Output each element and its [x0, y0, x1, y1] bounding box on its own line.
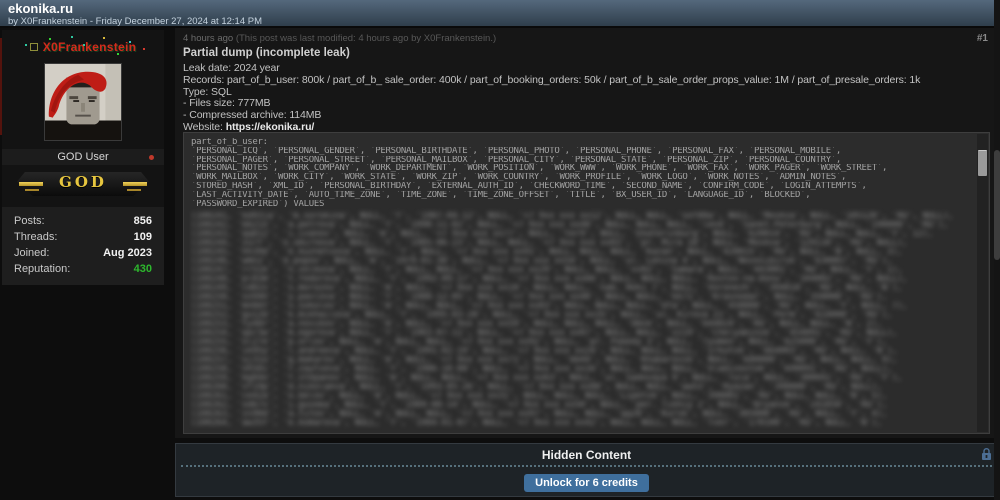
group-badge: GOD [17, 172, 149, 196]
redacted-line: (100247, 'rr51k', 'n.volkova', NULL, 'f'… [191, 266, 903, 276]
post-container: 4 hours ago (This post was last modified… [175, 28, 998, 438]
sql-code-block: part_of_b_user: `PERSONAL_ICQ`, `PERSONAL… [183, 132, 990, 434]
redacted-line: (100244, 'zu7f', 'o.smirnova', NULL, 'f'… [191, 239, 908, 249]
redacted-line: (100241, 'kd93ja', 'm.sorokina', NULL, '… [191, 212, 954, 222]
dotted-separator [181, 465, 992, 467]
avatar-wrap [2, 56, 164, 149]
redacted-line: (100263, 'zs90d', 'a.titov', NULL, 'm', … [191, 410, 887, 420]
redacted-line: (100249, 'cd02s', 's.morozov', NULL, 'm'… [191, 284, 903, 294]
post-title: Partial dump (incomplete leak) [183, 47, 350, 59]
redacted-line: (100256, 'ik95y', 'l.andreeva', NULL, 'f… [191, 347, 898, 357]
stat-value: 109 [133, 231, 152, 243]
redacted-line: (100243, 'qq812', 'i.ivanov', NULL, 'm',… [191, 230, 934, 240]
redacted-line: (100251, 'mn66t', 'v.sokolov', NULL, 'm'… [191, 302, 908, 312]
username-row: X0Frankenstein [2, 38, 164, 56]
post-modified-note: (This post was last modified: 4 hours ag… [235, 33, 497, 44]
code-line: `WORK_MAILBOX`, `WORK_CITY`, `WORK_STATE… [191, 173, 847, 182]
redacted-line: (100250, 'xx94h', 'y.pavlova', NULL, 'f'… [191, 293, 887, 303]
code-line: `PERSONAL_ICQ`, `PERSONAL_GENDER`, `PERS… [191, 146, 842, 156]
stat-value: 430 [133, 263, 152, 275]
redacted-line: (100242, 'bb21x', 'a.petrova', NULL, 'f'… [191, 221, 949, 231]
post-meta: 4 hours ago (This post was last modified… [183, 33, 496, 44]
thread-subtitle: by X0Frankenstein - Friday December 27, … [8, 16, 262, 27]
badge-area: GOD [2, 165, 164, 207]
code-line: `PASSWORD_EXPIRED`) VALUES [191, 199, 325, 209]
user-title-row: GOD User [2, 149, 164, 165]
post-body: Leak date: 2024 year Records: part_of_b_u… [183, 62, 921, 134]
redacted-line: (100248, 'pl83m', 't.fedorova', NULL, 'f… [191, 275, 908, 285]
post-body-line: Records: part_of_b_user: 800k / part_of_… [183, 73, 921, 86]
redacted-line: (100262, 'xd67s', 'i.gusева', NULL, 'f',… [191, 401, 887, 411]
stats-panel: Posts: 856 Threads: 109 Joined: Aug 2023… [2, 207, 164, 285]
stat-label: Joined: [14, 247, 50, 259]
stat-row: Posts: 856 [14, 213, 152, 229]
stat-label: Posts: [14, 215, 45, 227]
redacted-line: (100246, 'wmn2', 'd.popov', NULL, 'm', '… [191, 257, 893, 267]
redacted-line: (100253, 'ty48r', 'a.novikov', NULL, 'm'… [191, 320, 882, 330]
unlock-button[interactable]: Unlock for 6 credits [524, 474, 649, 492]
stat-label: Reputation: [14, 263, 71, 275]
redacted-line: (100264, 'aw35f', 'e.komarova', NULL, 'f… [191, 419, 882, 429]
user-panel: X0Frankenstein GOD User GOD Posts: 856 T… [2, 30, 164, 285]
code-line: `STORED_HASH`, `XML_ID`, `PERSONAL_BIRTH… [191, 181, 867, 191]
stat-value: Aug 2023 [103, 247, 152, 259]
post-body-line: Type: SQL [183, 85, 232, 98]
redacted-line: (100254, 'qa73w', 'm.egorova', NULL, 'f'… [191, 329, 898, 339]
lock-icon [982, 448, 991, 460]
badge-label: GOD [59, 173, 107, 191]
post-timestamp: 4 hours ago [183, 33, 234, 44]
code-scrollbar-track[interactable] [977, 134, 988, 432]
code-line: `PERSONAL_NOTES`, `WORK_COMPANY`, `WORK_… [191, 164, 888, 174]
red-dot-icon [149, 155, 154, 160]
redacted-line: (100258, 'nh58i', 'r.zaytseva', NULL, 'f… [191, 365, 893, 375]
sparkle-decoration-icon [82, 44, 85, 46]
user-title: GOD User [57, 151, 109, 163]
redacted-line: (100245, 'hh39d', 'e.kuznetsova', NULL, … [191, 248, 903, 258]
redacted-content: (100241, 'kd93ja', 'm.sorokina', NULL, '… [191, 212, 982, 428]
thread-title: ekonika.ru [8, 1, 74, 16]
code-line: `LAST_ACTIVITY_DATE`, `AUTO_TIME_ZONE`, … [191, 190, 811, 200]
stat-label: Threads: [14, 231, 58, 243]
code-scrollbar-thumb[interactable] [978, 150, 987, 176]
username-link[interactable]: X0Frankenstein [43, 40, 137, 54]
stat-row: Reputation: 430 [14, 261, 152, 277]
stat-value: 856 [133, 215, 152, 227]
code-line: part_of_b_user: [191, 138, 268, 147]
redacted-line: (100261, 'ce42a', 'o.belov', NULL, 'm', … [191, 392, 887, 402]
stat-row: Joined: Aug 2023 [14, 245, 152, 261]
redacted-line: (100260, 'vf19p', 'd.nikolaeva', NULL, '… [191, 383, 882, 393]
collapse-icon[interactable] [29, 43, 38, 51]
avatar[interactable] [44, 63, 122, 141]
window-scrollbar-track[interactable] [994, 0, 1000, 500]
redacted-line: (100257, 'uj31u', 'g.makarov', NULL, 'm'… [191, 356, 898, 366]
thread-header: ekonika.ru by X0Frankenstein - Friday De… [0, 0, 1000, 28]
redacted-line: (100259, 'bg84o', 'f.stepanov', NULL, 'm… [191, 374, 903, 384]
window-scrollbar-thumb[interactable] [994, 150, 1000, 260]
redacted-line: (100255, 'ol27e', 'p.orlov', NULL, 'm', … [191, 338, 887, 348]
author-sidebar: X0Frankenstein GOD User GOD Posts: 856 T… [2, 30, 164, 285]
post-number-link[interactable]: #1 [977, 33, 988, 44]
redacted-line: (100252, 'gu12b', 'k.mikhailova', NULL, … [191, 311, 893, 321]
stat-row: Threads: 109 [14, 229, 152, 245]
hidden-content-box: Hidden Content Unlock for 6 credits [175, 443, 998, 497]
hidden-content-title: Hidden Content [541, 448, 632, 462]
code-line: `PERSONAL_PAGER`, `PERSONAL_STREET`, `PE… [191, 155, 842, 165]
